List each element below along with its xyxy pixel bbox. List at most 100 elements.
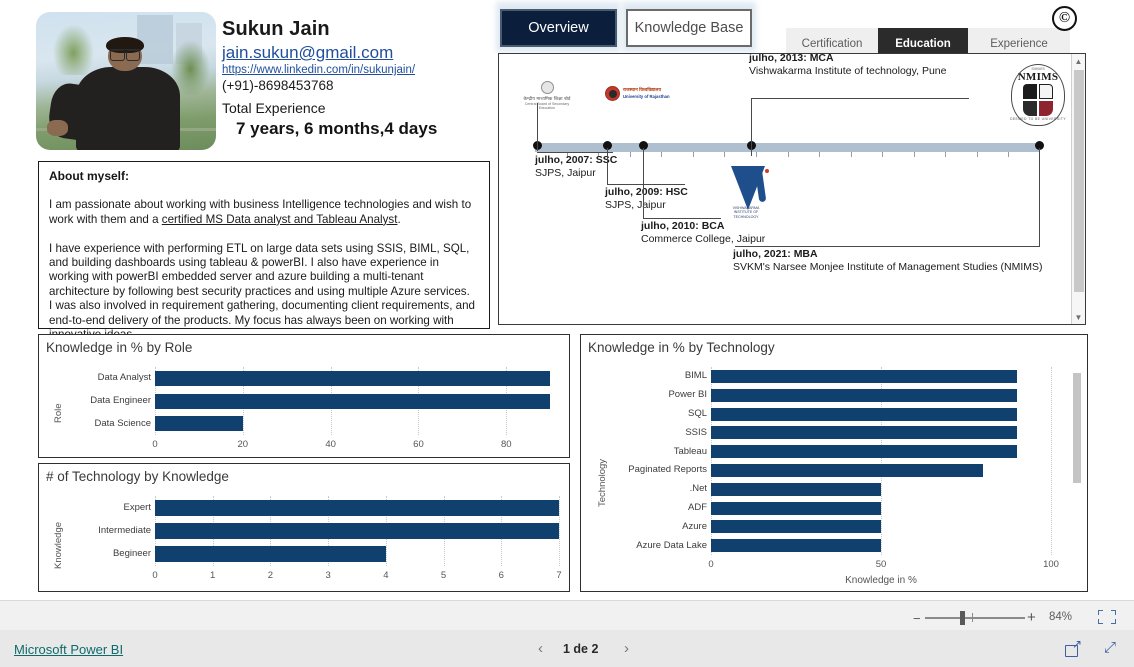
chart-x-tick-label: 6 [498, 570, 504, 581]
chart-category-label: BIML [684, 370, 707, 382]
uor-logo-line1: राजस्थान विश्वविद्यालय [623, 87, 661, 93]
next-page-button[interactable]: › [624, 640, 629, 657]
chart-bar[interactable] [711, 463, 983, 477]
chart-title: Knowledge in % by Technology [588, 340, 775, 355]
university-of-rajasthan-logo-icon: राजस्थान विश्वविद्यालय University of Raj… [605, 80, 685, 106]
timeline-event-institute: SJPS, Jaipur [535, 167, 596, 179]
timeline-tick [661, 152, 663, 157]
chart-bar[interactable] [711, 369, 1017, 383]
timeline-event-date: julho, 2021: [733, 248, 791, 260]
timeline-event-2007: julho, 2007: SSC SJPS, Jaipur [535, 154, 617, 180]
tab-knowledge-base[interactable]: Knowledge Base [626, 9, 752, 47]
chart-x-tick-label: 0 [152, 439, 158, 450]
timeline-tick [787, 152, 789, 157]
chart-category-label: .Net [689, 483, 707, 495]
cbse-logo-line2: Central Board of Secondary Education [524, 102, 570, 110]
powerbi-report-canvas: Sukun Jain jain.sukun@gmail.com https://… [0, 0, 1134, 667]
chart-category-label: Azure [682, 520, 707, 532]
chart-category-label: ADF [688, 502, 707, 513]
email-link[interactable]: jain.sukun@gmail.com [222, 43, 492, 63]
chart-knowledge-by-technology[interactable]: Knowledge in % by Technology Technology … [580, 334, 1088, 592]
chart-technology-count-by-knowledge[interactable]: # of Technology by Knowledge Knowledge E… [38, 463, 570, 592]
chart-x-axis-title: Knowledge in % [845, 575, 917, 586]
about-certification-link[interactable]: certified MS Data analyst and Tableau An… [162, 213, 398, 226]
chart-bar[interactable] [711, 426, 1017, 440]
timeline-tick [945, 152, 947, 157]
chart-x-tick-label: 50 [875, 559, 887, 570]
timeline-event-2021: julho, 2021: MBA SVKM's Narsee Monjee In… [733, 248, 1043, 274]
chart-x-tick-label: 40 [325, 439, 336, 450]
previous-page-button[interactable]: ‹ [538, 640, 543, 657]
linkedin-link[interactable]: https://www.linkedin.com/in/sukunjain/ [222, 64, 492, 76]
timeline-event-institute: SJPS, Jaipur [605, 199, 666, 211]
page-indicator: 1 de 2 [563, 642, 599, 656]
profile-name: Sukun Jain [222, 18, 330, 40]
scrollbar-thumb[interactable] [1073, 70, 1084, 292]
chart-bar[interactable] [155, 393, 551, 409]
scroll-up-icon[interactable]: ▲ [1072, 54, 1085, 68]
timeline-event-date: julho, 2007: [535, 154, 593, 166]
timeline-event-date: julho, 2010: [641, 220, 699, 232]
zoom-out-button[interactable]: − [913, 611, 921, 626]
chart-category-label: SQL [687, 408, 707, 419]
cbse-logo-icon: केन्द्रीय माध्यमिक शिक्षा बोर्ड Central … [517, 81, 577, 111]
chart-x-tick-label: 20 [237, 439, 249, 450]
chart-bar[interactable] [155, 499, 559, 516]
timeline-tick [976, 152, 978, 157]
chart-x-tick-label: 7 [556, 570, 562, 581]
uor-logo-line2: University of Rajasthan [623, 93, 670, 99]
chart-bar[interactable] [711, 445, 1017, 459]
chart-bar[interactable] [711, 539, 881, 553]
copyright-icon: © [1052, 6, 1077, 31]
chart-bar[interactable] [711, 388, 1017, 402]
timeline-event-institute: Vishwakarma Institute of technology, Pun… [749, 65, 947, 77]
timeline-tick [819, 152, 821, 157]
chart-bar[interactable] [711, 501, 881, 515]
nmims-logo-icon: SVKM'S NMIMS DEEMED TO BE UNIVERSITY [1008, 60, 1068, 132]
chart-x-tick-label: 5 [440, 570, 447, 581]
phone-number: (+91)-8698453768 [222, 78, 334, 93]
timeline-tick [692, 152, 694, 157]
chart-category-label: Azure Data Lake [636, 539, 707, 551]
scrollbar-thumb[interactable] [1073, 373, 1081, 483]
zoom-slider-thumb[interactable] [960, 611, 965, 625]
timeline-event-2010: julho, 2010: BCA Commerce College, Jaipu… [641, 220, 765, 246]
tab-overview[interactable]: Overview [500, 9, 617, 47]
chart-scrollbar[interactable] [1073, 373, 1081, 553]
share-icon[interactable]: ↗ [1065, 638, 1083, 657]
fit-to-page-icon[interactable] [1098, 610, 1116, 624]
chart-bar[interactable] [155, 546, 386, 563]
chart-plot-area: Data Analyst Data Engineer Data Science 0 20… [59, 367, 559, 455]
chart-category-label: Tableau [673, 445, 707, 457]
chart-title: Knowledge in % by Role [46, 340, 193, 355]
about-body-rest: I have experience with performing ETL on… [49, 241, 475, 341]
chart-gridline [1051, 367, 1052, 555]
timeline-event-degree: MBA [793, 248, 818, 260]
chart-category-label: SSIS [685, 426, 707, 438]
chart-bar[interactable] [155, 416, 243, 432]
chart-bar[interactable] [711, 407, 1017, 421]
chart-x-tick-label: 60 [413, 439, 424, 450]
chart-x-tick-label: 3 [325, 570, 331, 581]
zoom-slider-track[interactable] [925, 617, 1025, 619]
zoom-in-button[interactable]: + [1027, 609, 1036, 626]
chart-category-label: Paginated Reports [628, 464, 707, 476]
chart-x-tick-label: 0 [152, 570, 158, 581]
chart-bar[interactable] [711, 482, 881, 496]
timeline-event-degree: MCA [809, 53, 834, 64]
timeline-tick [850, 152, 852, 157]
chart-category-label: Data Engineer [90, 395, 151, 406]
fullscreen-icon[interactable]: ⤢ [1104, 639, 1122, 657]
powerbi-brand-link[interactable]: Microsoft Power BI [14, 642, 123, 657]
chart-bar[interactable] [155, 523, 559, 539]
scroll-down-icon[interactable]: ▼ [1072, 310, 1085, 324]
chart-bar[interactable] [155, 370, 551, 386]
timeline-tick [1008, 152, 1010, 157]
chart-category-label: Power BI [668, 389, 707, 401]
profile-photo [36, 12, 216, 150]
timeline-event-institute: Commerce College, Jaipur [641, 233, 766, 245]
timeline-scrollbar[interactable]: ▲ ▼ [1071, 54, 1085, 324]
chart-bar[interactable] [711, 520, 881, 534]
chart-knowledge-by-role[interactable]: Knowledge in % by Role Role Data Analyst… [38, 334, 570, 458]
timeline-tick [882, 152, 884, 157]
